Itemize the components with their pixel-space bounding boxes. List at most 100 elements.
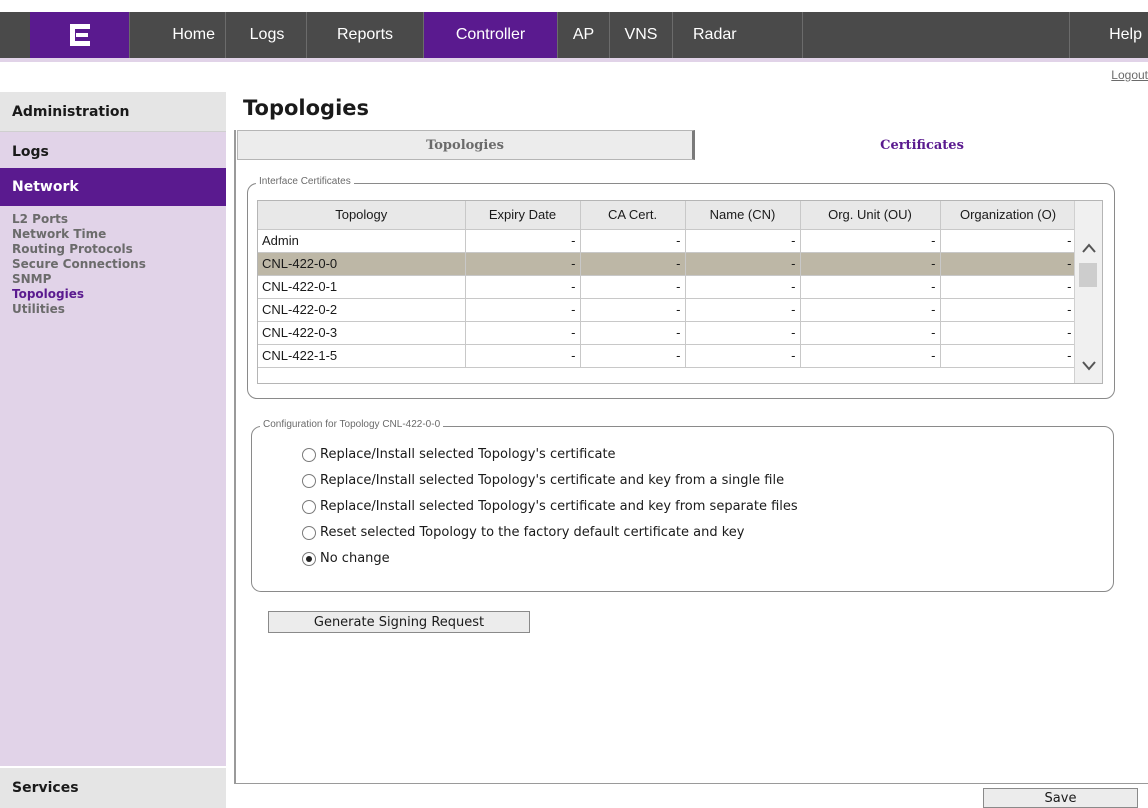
nav-radar[interactable]: Radar: [673, 12, 803, 58]
option-replace-separate-files[interactable]: Replace/Install selected Topology's cert…: [302, 499, 798, 514]
option-label: Replace/Install selected Topology's cert…: [320, 447, 616, 462]
option-replace-certificate[interactable]: Replace/Install selected Topology's cert…: [302, 447, 616, 462]
sidebar-services[interactable]: Services: [0, 768, 226, 808]
scroll-up-icon[interactable]: [1079, 239, 1099, 257]
interface-certificates-group: Interface Certificates Topology Expiry D…: [247, 176, 1115, 399]
cell-ca: -: [580, 298, 686, 322]
sidebar-item-routing-protocols[interactable]: Routing Protocols: [12, 242, 226, 257]
radio-button[interactable]: [302, 499, 316, 514]
cell-ca: -: [580, 344, 686, 368]
nav-ap[interactable]: AP: [558, 12, 610, 58]
save-button[interactable]: Save: [983, 788, 1138, 808]
cell-ca: -: [580, 229, 686, 253]
option-no-change[interactable]: No change: [302, 551, 390, 566]
cell-topology: CNL-422-1-5: [258, 344, 466, 368]
nav-reports[interactable]: Reports: [307, 12, 424, 58]
cell-ou: -: [800, 321, 941, 345]
cell-expiry: -: [465, 252, 581, 276]
tab-certificates[interactable]: Certificates: [696, 130, 1148, 160]
sidebar-administration[interactable]: Administration: [0, 92, 226, 132]
cell-topology: CNL-422-0-1: [258, 275, 466, 299]
scroll-down-icon[interactable]: [1079, 357, 1099, 375]
cell-ou: -: [800, 252, 941, 276]
topology-config-group: Configuration for Topology CNL-422-0-0 R…: [251, 419, 1114, 592]
cell-org: -: [940, 321, 1077, 345]
sidebar-item-secure-connections[interactable]: Secure Connections: [12, 257, 226, 272]
cell-org: -: [940, 229, 1077, 253]
table-header-row: Topology Expiry Date CA Cert. Name (CN) …: [258, 201, 1077, 230]
column-header-topology[interactable]: Topology: [258, 201, 466, 230]
option-replace-single-file[interactable]: Replace/Install selected Topology's cert…: [302, 473, 784, 488]
cell-topology: CNL-422-0-0: [258, 252, 466, 276]
cell-expiry: -: [465, 229, 581, 253]
option-label: Replace/Install selected Topology's cert…: [320, 499, 798, 514]
table-row[interactable]: CNL-422-0-1 - - - - -: [258, 275, 1077, 299]
nav-underline: [0, 58, 1148, 62]
scrollbar-thumb[interactable]: [1079, 263, 1097, 287]
table-scrollbar[interactable]: [1074, 201, 1102, 383]
logo-home-link[interactable]: [30, 12, 130, 58]
cell-ou: -: [800, 229, 941, 253]
option-label: Reset selected Topology to the factory d…: [320, 525, 745, 540]
cell-org: -: [940, 344, 1077, 368]
cell-org: -: [940, 298, 1077, 322]
nav-home[interactable]: Home: [130, 12, 226, 58]
sidebar-item-utilities[interactable]: Utilities: [12, 302, 226, 317]
sidebar-network-panel: L2 Ports Network Time Routing Protocols …: [0, 206, 226, 766]
column-header-organization[interactable]: Organization (O): [940, 201, 1077, 230]
sidebar-network[interactable]: Network: [0, 168, 226, 206]
cell-cn: -: [685, 344, 801, 368]
radio-button[interactable]: [302, 447, 316, 462]
interface-certificates-legend: Interface Certificates: [256, 176, 354, 187]
option-reset-factory-default[interactable]: Reset selected Topology to the factory d…: [302, 525, 745, 540]
cell-ca: -: [580, 275, 686, 299]
table-row[interactable]: CNL-422-1-5 - - - - -: [258, 344, 1077, 368]
nav-empty: [803, 12, 1070, 58]
radio-button[interactable]: [302, 525, 316, 540]
column-header-expiry-date[interactable]: Expiry Date: [465, 201, 581, 230]
cell-ou: -: [800, 344, 941, 368]
certificates-table-container: Topology Expiry Date CA Cert. Name (CN) …: [257, 200, 1103, 384]
top-nav-bar: Home Logs Reports Controller AP VNS Rada…: [0, 12, 1148, 62]
cell-topology: CNL-422-0-3: [258, 321, 466, 345]
logout-link[interactable]: Logout: [1111, 68, 1148, 82]
cell-expiry: -: [465, 321, 581, 345]
table-row[interactable]: Admin - - - - -: [258, 229, 1077, 253]
tab-topologies[interactable]: Topologies: [237, 130, 695, 160]
sidebar: Administration Logs Network L2 Ports Net…: [0, 86, 226, 808]
cell-expiry: -: [465, 298, 581, 322]
nav-logs[interactable]: Logs: [228, 12, 307, 58]
column-header-org-unit[interactable]: Org. Unit (OU): [800, 201, 941, 230]
cell-cn: -: [685, 298, 801, 322]
radio-button-selected[interactable]: [302, 551, 316, 566]
sidebar-item-topologies[interactable]: Topologies: [12, 287, 226, 302]
nav-vns[interactable]: VNS: [610, 12, 673, 58]
nav-help[interactable]: Help: [1070, 12, 1148, 58]
table-row-selected[interactable]: CNL-422-0-0 - - - - -: [258, 252, 1077, 276]
generate-signing-request-button[interactable]: Generate Signing Request: [268, 611, 530, 633]
cell-cn: -: [685, 275, 801, 299]
cell-ou: -: [800, 298, 941, 322]
cell-cn: -: [685, 252, 801, 276]
cell-cn: -: [685, 321, 801, 345]
column-header-name-cn[interactable]: Name (CN): [685, 201, 801, 230]
nav-controller[interactable]: Controller: [424, 12, 558, 58]
cell-org: -: [940, 275, 1077, 299]
column-header-ca-cert[interactable]: CA Cert.: [580, 201, 686, 230]
radio-button[interactable]: [302, 473, 316, 488]
cell-org: -: [940, 252, 1077, 276]
page-title: Topologies: [243, 96, 370, 120]
sidebar-logs[interactable]: Logs: [0, 132, 226, 172]
option-label: Replace/Install selected Topology's cert…: [320, 473, 785, 488]
sidebar-item-network-time[interactable]: Network Time: [12, 227, 226, 242]
cell-ou: -: [800, 275, 941, 299]
cell-ca: -: [580, 321, 686, 345]
extreme-logo-icon: [69, 24, 90, 46]
cell-expiry: -: [465, 344, 581, 368]
table-row[interactable]: CNL-422-0-3 - - - - -: [258, 321, 1077, 345]
sidebar-item-l2-ports[interactable]: L2 Ports: [12, 212, 226, 227]
cell-topology: Admin: [258, 229, 466, 253]
table-row[interactable]: CNL-422-0-2 - - - - -: [258, 298, 1077, 322]
sidebar-item-snmp[interactable]: SNMP: [12, 272, 226, 287]
cell-expiry: -: [465, 275, 581, 299]
